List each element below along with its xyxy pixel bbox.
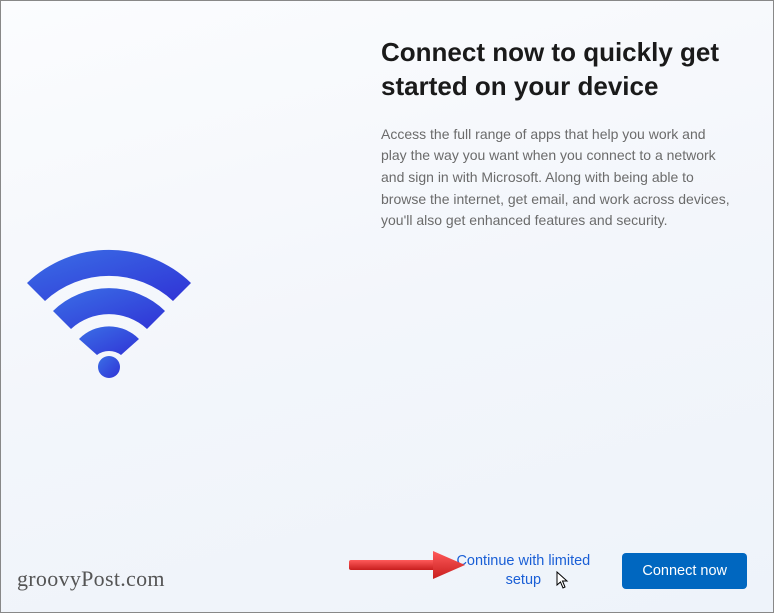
- content-pane: Connect now to quickly get started on yo…: [361, 1, 773, 612]
- page-title: Connect now to quickly get started on yo…: [381, 36, 733, 104]
- watermark-text: groovyPost.com: [17, 566, 165, 592]
- connect-now-button[interactable]: Connect now: [622, 553, 747, 589]
- page-description: Access the full range of apps that help …: [381, 124, 733, 232]
- continue-limited-setup-link[interactable]: Continue with limited setup: [448, 552, 598, 590]
- setup-window: Connect now to quickly get started on yo…: [0, 0, 774, 613]
- wifi-icon: [21, 249, 196, 384]
- footer-actions: Continue with limited setup Connect now: [448, 552, 747, 590]
- illustration-pane: [1, 1, 361, 612]
